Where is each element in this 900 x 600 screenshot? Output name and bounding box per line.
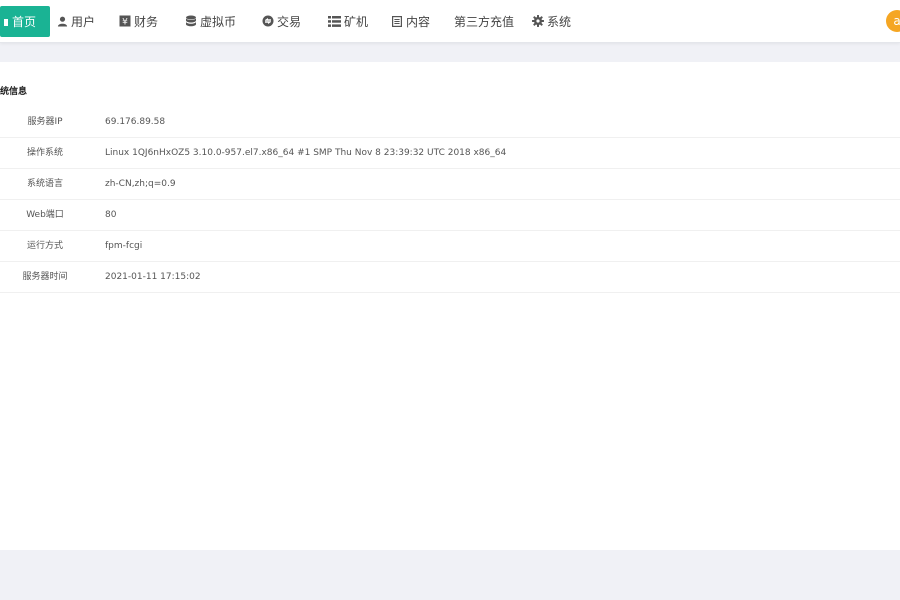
nav-item-label: 矿机 xyxy=(344,14,369,29)
row-label: 系统语言 xyxy=(26,179,63,189)
row-value: fpm-fcgi xyxy=(105,241,143,251)
user-avatar[interactable]: a xyxy=(886,10,900,32)
nav-item-third-party-recharge[interactable]: 第三方充值 xyxy=(454,0,514,42)
list-icon xyxy=(327,15,341,27)
nav-item-label: 首页 xyxy=(12,15,37,29)
table-row: Web端口 80 xyxy=(0,200,900,231)
table-row: 服务器IP 69.176.89.58 xyxy=(0,107,900,138)
nav-item-label: 用户 xyxy=(71,14,96,29)
gear-icon xyxy=(532,15,544,27)
nav-item-system[interactable]: 系统 xyxy=(532,0,571,42)
row-value: 2021-01-11 17:15:02 xyxy=(105,272,201,282)
nav-item-label: 系统 xyxy=(547,14,572,29)
nav-item-label: 交易 xyxy=(277,14,302,29)
table-row: 运行方式 fpm-fcgi xyxy=(0,231,900,262)
user-icon xyxy=(56,15,68,27)
nav-item-home[interactable]: 首页 xyxy=(0,6,51,37)
home-icon xyxy=(2,16,10,28)
panel-title: 统信息 xyxy=(0,87,28,97)
row-value: zh-CN,zh;q=0.9 xyxy=(105,179,176,189)
row-label: 运行方式 xyxy=(26,241,63,251)
document-icon xyxy=(391,15,403,27)
nav-item-virtual-currency[interactable]: 虚拟币 xyxy=(185,0,236,42)
table-row: 操作系统 Linux 1QJ6nHxOZ5 3.10.0-957.el7.x86… xyxy=(0,138,900,169)
finance-icon: ¥ xyxy=(119,15,131,27)
row-value: 80 xyxy=(105,210,117,220)
nav-item-miner[interactable]: 矿机 xyxy=(327,0,368,42)
svg-text:¥: ¥ xyxy=(122,18,128,28)
row-label: 操作系统 xyxy=(26,148,63,158)
nav-item-label: 第三方充值 xyxy=(454,14,515,29)
table-row: 服务器时间 2021-01-11 17:15:02 xyxy=(0,262,900,293)
nav-item-users[interactable]: 用户 xyxy=(56,0,95,42)
nav-item-content[interactable]: 内容 xyxy=(391,0,430,42)
nav-item-finance[interactable]: ¥ 财务 xyxy=(119,0,158,42)
nav-item-label: 虚拟币 xyxy=(200,14,237,29)
table-row: 系统语言 zh-CN,zh;q=0.9 xyxy=(0,169,900,200)
nav-item-trade[interactable]: 交易 xyxy=(262,0,301,42)
database-icon xyxy=(185,15,197,27)
avatar-initial: a xyxy=(893,14,900,28)
exchange-icon xyxy=(262,15,274,27)
row-label: 服务器IP xyxy=(27,117,63,127)
nav-item-label: 内容 xyxy=(406,14,431,29)
row-value: Linux 1QJ6nHxOZ5 3.10.0-957.el7.x86_64 #… xyxy=(105,148,507,158)
row-label: 服务器时间 xyxy=(22,272,68,282)
row-label: Web端口 xyxy=(26,210,64,220)
top-navigation-bar: 首页 用户 ¥ 财务 虚拟币 交易 矿机 内容 第三方充值 系统 a xyxy=(0,0,900,43)
nav-item-label: 财务 xyxy=(134,14,159,29)
system-info-table: 服务器IP 69.176.89.58 操作系统 Linux 1QJ6nHxOZ5… xyxy=(0,107,900,293)
row-value: 69.176.89.58 xyxy=(105,117,166,127)
system-info-panel: 统信息 服务器IP 69.176.89.58 操作系统 Linux 1QJ6nH… xyxy=(0,62,900,550)
